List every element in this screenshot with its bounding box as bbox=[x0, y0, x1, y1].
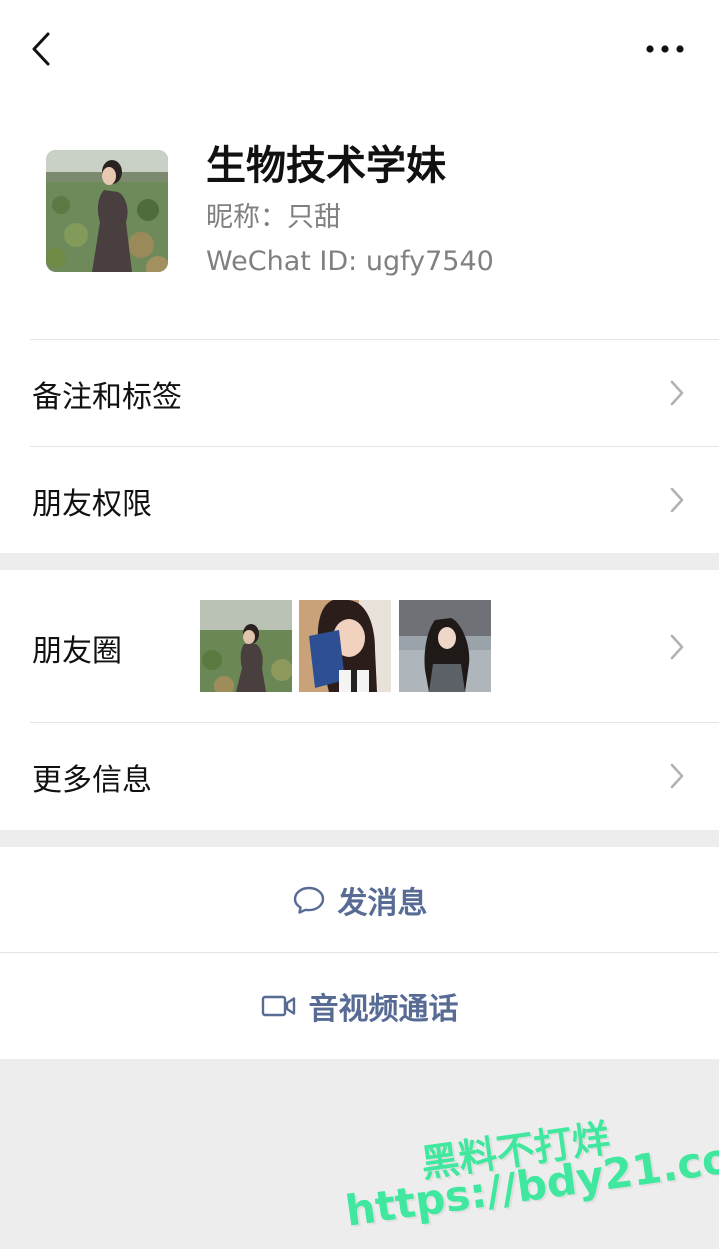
chevron-right-icon bbox=[670, 763, 684, 789]
chat-bubble-icon bbox=[293, 886, 324, 914]
moments-info-section: 朋友圈 更多信息 bbox=[0, 570, 719, 830]
friend-permissions-label: 朋友权限 bbox=[32, 487, 152, 522]
remarks-tags-row[interactable]: 备注和标签 bbox=[0, 340, 719, 446]
remark-name: 生物技术学妹 bbox=[206, 143, 446, 189]
moments-thumbnail bbox=[299, 600, 391, 692]
chevron-right-icon bbox=[670, 487, 684, 513]
moments-label: 朋友圈 bbox=[32, 634, 122, 669]
ellipsis-icon bbox=[646, 45, 684, 53]
more-info-row[interactable]: 更多信息 bbox=[0, 723, 719, 830]
more-info-label: 更多信息 bbox=[32, 763, 152, 798]
avatar[interactable] bbox=[46, 150, 168, 272]
chevron-right-icon bbox=[670, 380, 684, 406]
remarks-tags-label: 备注和标签 bbox=[32, 380, 182, 415]
nickname: 昵称：只甜 bbox=[206, 202, 341, 233]
friend-permissions-row[interactable]: 朋友权限 bbox=[0, 447, 719, 553]
video-camera-icon bbox=[261, 995, 295, 1017]
video-call-label: 音视频通话 bbox=[308, 992, 459, 1027]
back-button[interactable] bbox=[22, 26, 62, 72]
chevron-left-icon bbox=[32, 32, 50, 66]
more-options-button[interactable] bbox=[640, 30, 692, 70]
chevron-right-icon bbox=[670, 634, 684, 660]
status-bar bbox=[0, 0, 719, 8]
video-call-button[interactable]: 音视频通话 bbox=[0, 953, 719, 1059]
wechat-id: WeChat ID: ugfy7540 bbox=[206, 246, 494, 277]
send-message-label: 发消息 bbox=[337, 885, 428, 921]
send-message-button[interactable]: 发消息 bbox=[0, 847, 719, 952]
moments-row[interactable]: 朋友圈 bbox=[0, 570, 719, 722]
profile-header-section: 生物技术学妹 昵称：只甜 WeChat ID: ugfy7540 备注和标签 朋… bbox=[0, 0, 719, 553]
moments-thumbnail bbox=[399, 600, 491, 692]
moments-thumbnail bbox=[200, 600, 292, 692]
